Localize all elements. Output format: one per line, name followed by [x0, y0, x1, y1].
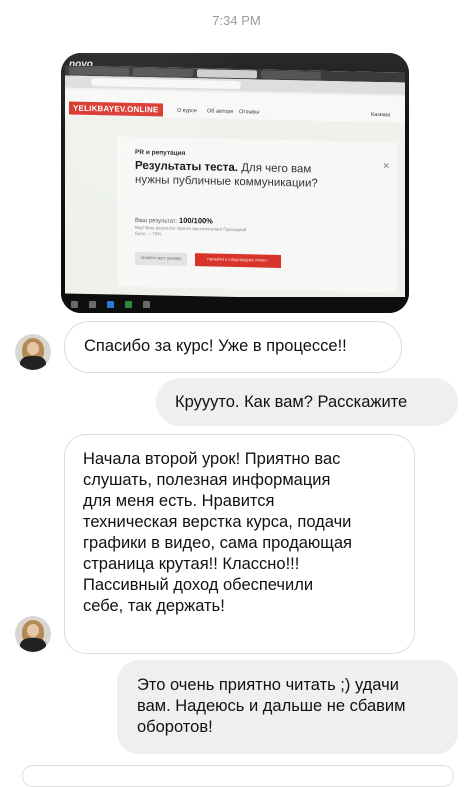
message-line: техническая верстка курса, подачи: [83, 513, 352, 531]
score-subtext: Вау! Ваш результат просто восхитителен! …: [135, 224, 247, 237]
score-label: Ваш результат:: [135, 217, 178, 225]
message-line: слушать, полезная информация: [83, 471, 331, 489]
message-line: себе, так держать!: [83, 597, 225, 615]
message-line: графики в видео, сама продающая: [83, 534, 352, 552]
message-line: Пассивный доход обеспечили: [83, 576, 314, 594]
card-kicker: PR и репутация: [135, 148, 186, 157]
site-nav-item: О курсе: [177, 107, 197, 115]
message-bubble-incoming[interactable]: Начала второй урок! Приятно вас слушать,…: [64, 434, 415, 654]
retry-test-button: ПРОЙТИ ТЕСТ ЗАНОВО: [135, 251, 187, 266]
message-text: Начала второй урок! Приятно вас слушать,…: [83, 449, 403, 617]
score-line: Ваш результат: 100/100%: [135, 215, 213, 226]
message-text: Спасибо за курс! Уже в процессе!!: [84, 337, 347, 355]
laptop-screen: YELIKBAYEV.ONLINE О курсе Об авторе Отзы…: [65, 65, 405, 301]
message-line: Начала второй урок! Приятно вас: [83, 450, 341, 468]
card-title-bold: Результаты теста.: [135, 159, 238, 175]
start-icon: [71, 301, 78, 308]
avatar[interactable]: [15, 334, 51, 370]
photo-message[interactable]: novo YELIKBAYEV.ONLINE О курсе Об авторе…: [61, 53, 409, 313]
message-text: Это очень приятно читать ;) удачи вам. Н…: [137, 675, 447, 738]
message-line: оборотов!: [137, 718, 213, 736]
browser-icon: [107, 301, 114, 308]
score-value: 100/100%: [179, 215, 213, 226]
site-nav-item: Отзывы: [239, 109, 260, 116]
folder-icon: [143, 301, 150, 308]
close-icon: ×: [383, 160, 390, 173]
excel-icon: [125, 301, 132, 308]
message-bubble-outgoing[interactable]: Это очень приятно читать ;) удачи вам. Н…: [117, 660, 458, 754]
message-line: для меня есть. Нравится: [83, 492, 275, 510]
message-composer[interactable]: [22, 765, 454, 787]
site-logo: YELIKBAYEV.ONLINE: [69, 101, 163, 117]
message-bubble-incoming[interactable]: Спасибо за курс! Уже в процессе!!: [64, 321, 402, 373]
message-line: Это очень приятно читать ;) удачи: [137, 676, 399, 694]
search-icon: [89, 301, 96, 308]
site-nav-item: Об авторе: [207, 108, 234, 115]
avatar[interactable]: [15, 616, 51, 652]
timestamp: 7:34 PM: [212, 13, 261, 28]
next-lesson-button: ПЕРЕЙТИ К СЛЕДУЮЩЕМУ УРОКУ ›: [195, 253, 281, 268]
message-text: Круууто. Как вам? Расскажите: [175, 393, 408, 411]
message-line: страница крутая!! Классно!!!: [83, 555, 300, 573]
message-bubble-outgoing[interactable]: Круууто. Как вам? Расскажите: [156, 378, 458, 426]
message-line: вам. Надеюсь и дальше не сбавим: [137, 697, 406, 715]
site-nav-item: Казнаш: [371, 111, 391, 119]
card-title: Результаты теста. Для чего вам нужны пуб…: [135, 159, 345, 191]
windows-taskbar: [61, 297, 409, 313]
